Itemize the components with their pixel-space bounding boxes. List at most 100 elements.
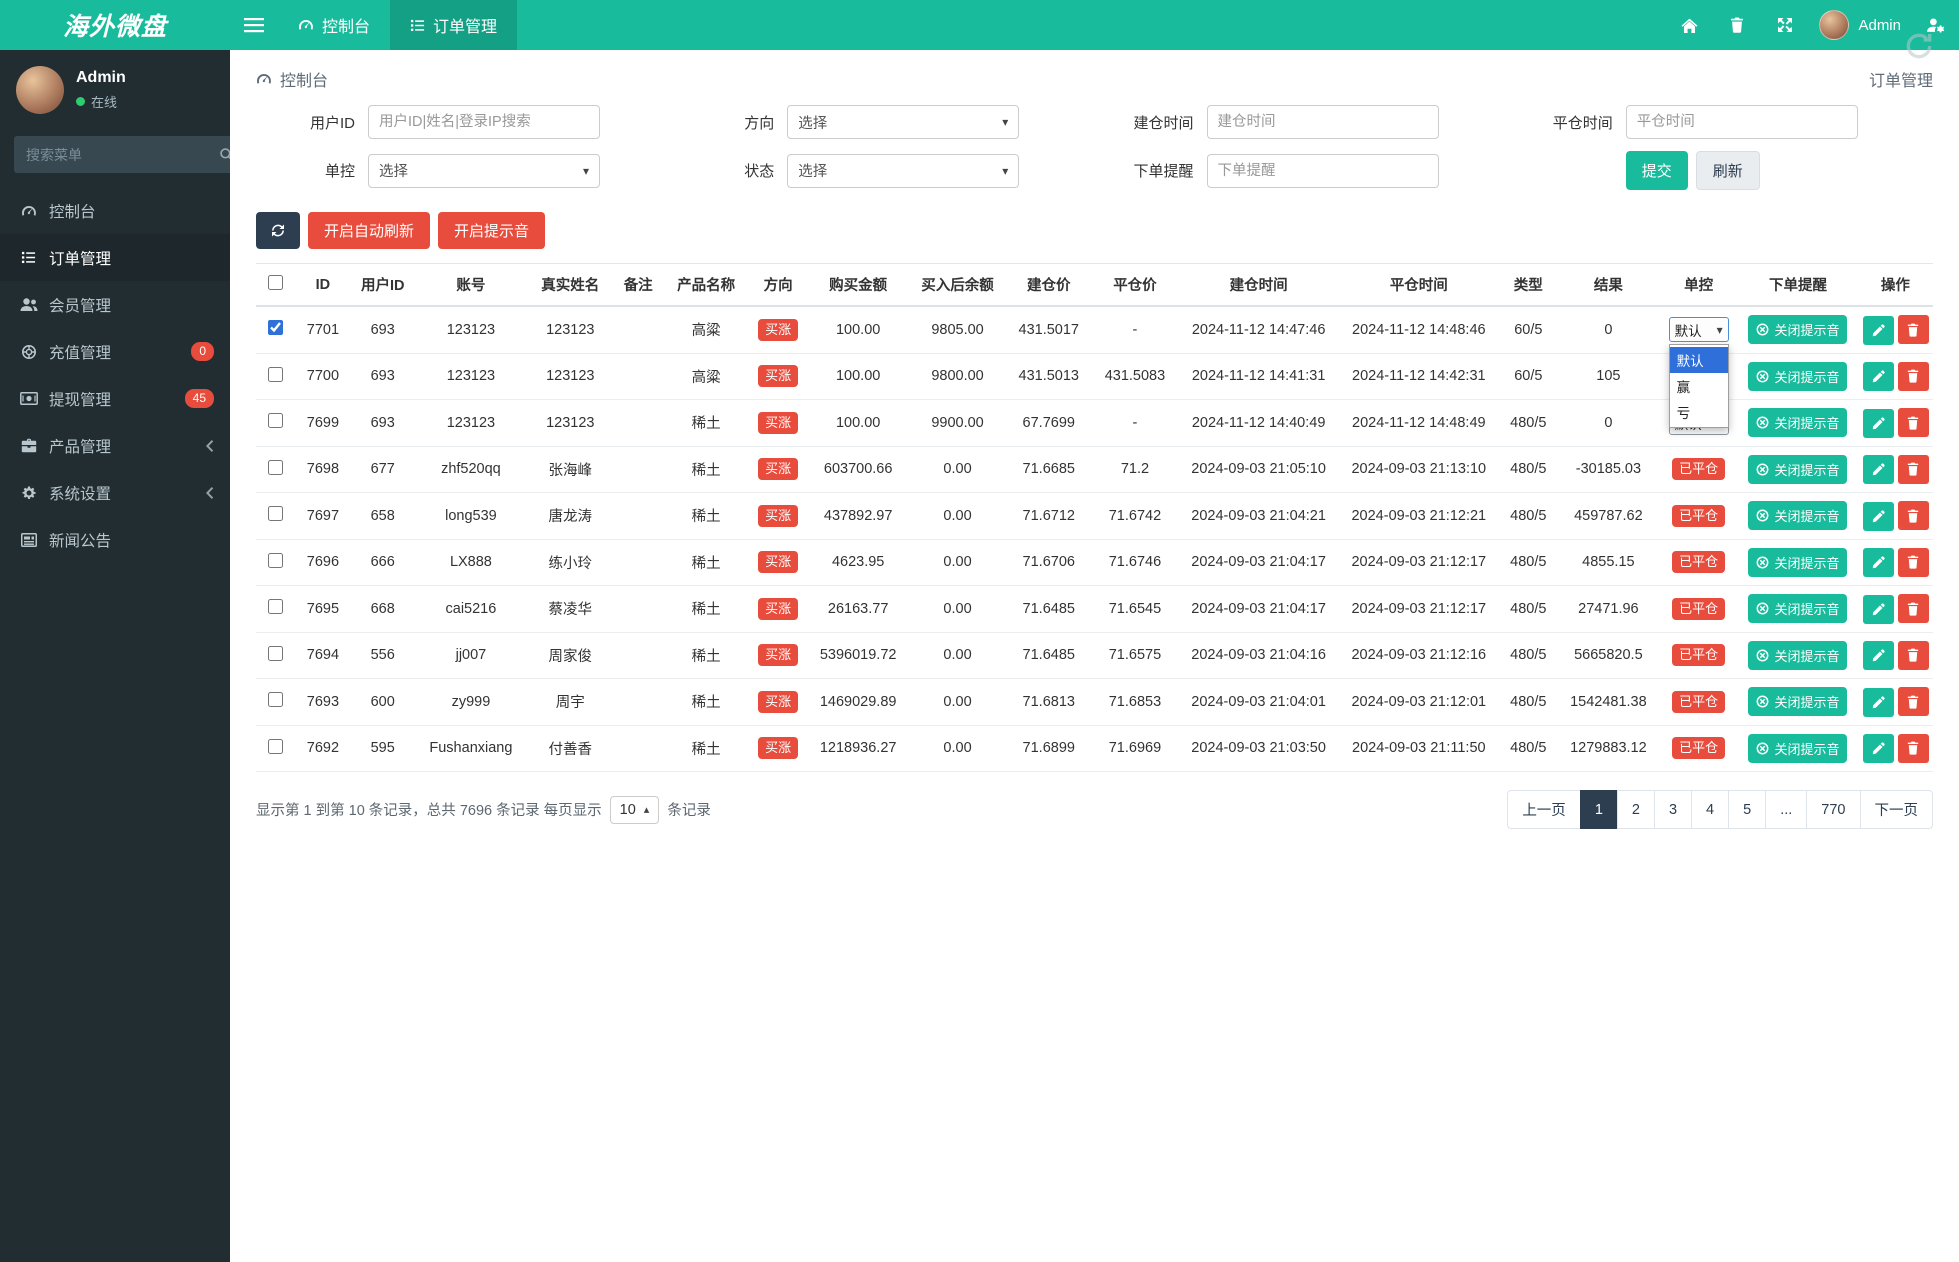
sound-toggle-button[interactable]: 开启提示音: [438, 212, 546, 249]
topbar-tab-dashboard[interactable]: 控制台: [278, 0, 390, 50]
control-cell: 已平仓: [1659, 632, 1739, 679]
close-sound-button[interactable]: 关闭提示音: [1748, 640, 1848, 670]
fullscreen-button[interactable]: [1761, 0, 1809, 50]
pagination-page[interactable]: 4: [1691, 790, 1730, 829]
delete-button[interactable]: [1897, 640, 1929, 670]
edit-button[interactable]: [1862, 641, 1894, 670]
sidebar-toggle-button[interactable]: [230, 0, 278, 50]
edit-button[interactable]: [1862, 362, 1894, 391]
status-select[interactable]: 选择 ▾: [787, 153, 1020, 188]
delete-button[interactable]: [1897, 501, 1929, 530]
control-dropdown-option[interactable]: 默认: [1669, 347, 1728, 374]
submit-button[interactable]: 提交: [1625, 151, 1688, 190]
delete-button[interactable]: [1897, 733, 1929, 763]
edit-icon: [1872, 323, 1885, 336]
control-select[interactable]: 默认▾: [1668, 317, 1729, 343]
delete-button[interactable]: [1897, 594, 1929, 623]
close-sound-button[interactable]: 关闭提示音: [1748, 547, 1848, 577]
close-sound-button[interactable]: 关闭提示音: [1748, 733, 1848, 763]
topbar-right: Admin: [1665, 0, 1959, 50]
home-button[interactable]: [1665, 0, 1713, 50]
pagination-page[interactable]: 2: [1616, 790, 1655, 829]
delete-icon: [1908, 462, 1919, 476]
row-checkbox[interactable]: [267, 413, 283, 429]
edit-button[interactable]: [1862, 548, 1894, 577]
delete-button[interactable]: [1897, 454, 1929, 484]
pagination-page[interactable]: 770: [1806, 790, 1861, 829]
row-checkbox[interactable]: [267, 459, 283, 475]
control-dropdown-option[interactable]: 亏: [1670, 399, 1728, 425]
pagination-page[interactable]: 1: [1579, 790, 1618, 829]
row-checkbox[interactable]: [267, 692, 283, 708]
control-filter-select[interactable]: 选择 ▾: [368, 153, 600, 188]
cell-note: [612, 632, 664, 679]
edit-button[interactable]: [1862, 501, 1894, 531]
user-settings-button[interactable]: [1911, 0, 1959, 50]
row-checkbox[interactable]: [267, 645, 283, 661]
close-sound-button[interactable]: 关闭提示音: [1748, 594, 1848, 624]
pagination-page[interactable]: 3: [1653, 790, 1693, 829]
remind-input[interactable]: [1206, 153, 1439, 188]
table-row: 7692 595 Fushanxiang 付善香 稀土 买涨 1218936.2…: [256, 725, 1933, 772]
sidebar-item-withdraw[interactable]: 提现管理 45: [0, 375, 230, 422]
row-checkbox[interactable]: [267, 738, 283, 754]
delete-button[interactable]: [1897, 315, 1929, 344]
pagination-next[interactable]: 下一页: [1859, 790, 1933, 829]
refresh-button[interactable]: 刷新: [1695, 151, 1760, 190]
row-checkbox[interactable]: [267, 320, 283, 336]
sidebar-search-input[interactable]: [14, 136, 219, 173]
delete-icon: [1908, 416, 1919, 430]
edit-button[interactable]: [1862, 594, 1894, 624]
per-page-select[interactable]: 10 ▴: [609, 795, 660, 824]
select-value: 选择: [379, 164, 408, 180]
delete-button[interactable]: [1897, 547, 1929, 577]
pagination-page[interactable]: 5: [1728, 790, 1767, 829]
cell-remind: 关闭提示音: [1738, 725, 1858, 772]
pagination-prev[interactable]: 上一页: [1507, 790, 1581, 829]
cell-account: zhf520qq: [414, 446, 528, 493]
row-checkbox[interactable]: [267, 552, 283, 568]
delete-button[interactable]: [1897, 408, 1929, 437]
user-id-input[interactable]: [368, 105, 600, 139]
close-sound-button[interactable]: 关闭提示音: [1748, 687, 1848, 717]
cell-open-price: 71.6712: [1006, 492, 1092, 540]
close-sound-button[interactable]: 关闭提示音: [1748, 361, 1848, 391]
sidebar-item-dashboard[interactable]: 控制台: [0, 187, 230, 234]
edit-button[interactable]: [1862, 734, 1894, 763]
avatar: [16, 66, 64, 114]
direction-select[interactable]: 选择 ▾: [787, 105, 1020, 139]
delete-button[interactable]: [1897, 361, 1929, 391]
topbar-user-menu[interactable]: Admin: [1809, 0, 1911, 50]
edit-button[interactable]: [1862, 455, 1894, 484]
close-sound-icon: [1757, 556, 1769, 569]
select-all-checkbox[interactable]: [267, 275, 283, 290]
sidebar-item-members[interactable]: 会员管理: [0, 281, 230, 328]
edit-button[interactable]: [1862, 408, 1894, 438]
auto-refresh-button[interactable]: 开启自动刷新: [308, 212, 431, 249]
close-sound-button[interactable]: 关闭提示音: [1748, 408, 1848, 438]
reload-table-button[interactable]: [256, 212, 300, 249]
row-checkbox-cell: [256, 353, 295, 400]
sidebar-item-settings[interactable]: 系统设置: [0, 469, 230, 516]
trash-button[interactable]: [1713, 0, 1761, 50]
control-dropdown-option[interactable]: 赢: [1670, 373, 1728, 399]
row-checkbox[interactable]: [267, 506, 283, 522]
close-sound-button[interactable]: 关闭提示音: [1748, 501, 1848, 531]
sidebar-item-products[interactable]: 产品管理: [0, 422, 230, 469]
topbar-tab-orders[interactable]: 订单管理: [390, 0, 518, 50]
close-time-input[interactable]: [1625, 105, 1858, 139]
row-checkbox[interactable]: [267, 599, 283, 615]
sidebar-item-orders[interactable]: 订单管理: [0, 234, 230, 281]
sidebar-item-recharge[interactable]: 充值管理 0: [0, 328, 230, 375]
row-checkbox-cell: [256, 399, 295, 447]
close-sound-button[interactable]: 关闭提示音: [1748, 315, 1848, 345]
delete-button[interactable]: [1897, 687, 1929, 716]
cell-direction: 买涨: [748, 678, 808, 726]
edit-button[interactable]: [1862, 315, 1894, 345]
row-checkbox[interactable]: [267, 366, 283, 382]
close-sound-button[interactable]: 关闭提示音: [1748, 454, 1848, 484]
open-time-input[interactable]: [1206, 105, 1439, 139]
edit-button[interactable]: [1862, 687, 1894, 717]
closed-badge: 已平仓: [1672, 644, 1726, 667]
sidebar-item-news[interactable]: 新闻公告: [0, 516, 230, 563]
